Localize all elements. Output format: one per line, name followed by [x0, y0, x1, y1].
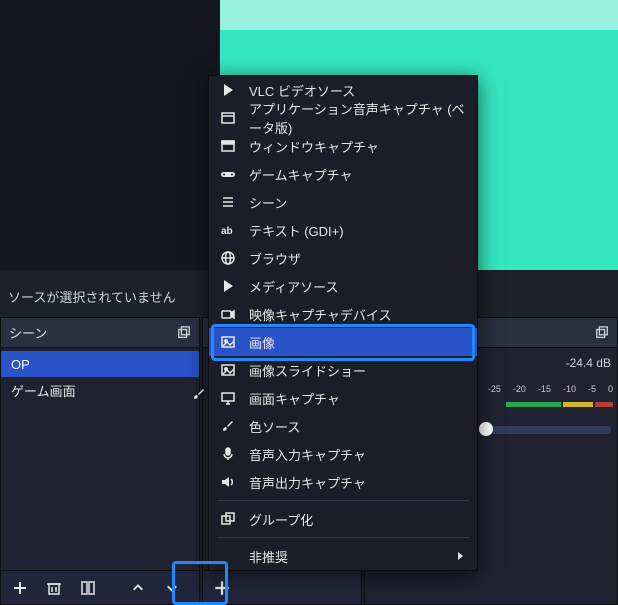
menu-item-display-cap[interactable]: 画面キャプチャ — [209, 384, 477, 412]
meter-seg-red — [595, 402, 613, 407]
add-scene-button[interactable] — [7, 575, 33, 601]
remove-scene-button[interactable] — [41, 575, 67, 601]
meter-seg-yellow — [563, 402, 593, 407]
menu-item-label: 音声入力キャプチャ — [249, 445, 366, 464]
menu-item-label: 非推奨 — [249, 547, 288, 566]
scene-filters-button[interactable] — [75, 575, 101, 601]
menu-item-game-cap[interactable]: ゲームキャプチャ — [209, 160, 477, 188]
volume-slider-knob[interactable] — [479, 422, 493, 436]
play-icon — [219, 277, 237, 295]
gamepad-icon — [219, 165, 237, 183]
group-icon — [219, 510, 237, 528]
window-icon — [219, 137, 237, 155]
menu-item-slideshow[interactable]: 画像スライドショー — [209, 356, 477, 384]
add-source-context-menu[interactable]: VLC ビデオソースアプリケーション音声キャプチャ (ベータ版)ウィンドウキャプ… — [208, 75, 478, 571]
add-source-button[interactable] — [209, 575, 235, 601]
text-ab-icon: ab — [219, 221, 237, 239]
submenu-caret-icon — [455, 551, 465, 561]
menu-item-label: 音声出力キャプチャ — [249, 473, 366, 492]
db-readout: -24.4 dB — [566, 356, 611, 370]
monitor-icon — [219, 389, 237, 407]
menu-item-deprecated[interactable]: 非推奨 — [209, 542, 477, 570]
scenes-toolbar — [1, 570, 199, 604]
menu-item-scene-src[interactable]: シーン — [209, 188, 477, 216]
menu-separator — [217, 500, 469, 501]
menu-item-label: ゲームキャプチャ — [249, 165, 352, 184]
menu-item-label: 画像スライドショー — [249, 361, 366, 380]
menu-item-label: シーン — [249, 193, 287, 212]
menu-separator — [217, 537, 469, 538]
menu-item-app-audio[interactable]: アプリケーション音声キャプチャ (ベータ版) — [209, 104, 477, 132]
menu-item-color-src[interactable]: 色ソース — [209, 412, 477, 440]
scale-tick: -5 — [588, 384, 596, 394]
menu-item-label: グループ化 — [249, 510, 313, 529]
scenes-header[interactable]: シーン — [1, 318, 199, 348]
menu-item-label: アプリケーション音声キャプチャ (ベータ版) — [249, 99, 465, 137]
image-icon — [219, 333, 237, 351]
menu-item-browser[interactable]: ブラウザ — [209, 244, 477, 272]
app-window-icon — [219, 109, 237, 127]
menu-item-label: 映像キャプチャデバイス — [249, 305, 391, 324]
dock-undock-icon[interactable] — [595, 326, 609, 340]
scene-item[interactable]: ゲーム画面 — [1, 377, 199, 403]
preview-color-source-top — [220, 0, 618, 30]
scale-tick: -25 — [488, 384, 501, 394]
mic-icon — [219, 445, 237, 463]
no-source-selected-label: ソースが選択されていません — [8, 287, 176, 306]
play-icon — [219, 81, 237, 99]
meter-seg-green — [506, 402, 561, 407]
scale-tick: -10 — [563, 384, 576, 394]
menu-item-image[interactable]: 画像 — [209, 328, 477, 356]
scale-tick: -15 — [538, 384, 551, 394]
scale-tick: 0 — [608, 384, 613, 394]
menu-item-label: テキスト (GDI+) — [249, 221, 344, 240]
globe-icon — [219, 249, 237, 267]
menu-item-label: メディアソース — [249, 277, 338, 296]
scenes-title: シーン — [9, 323, 47, 342]
scenes-list: OP ゲーム画面 — [1, 348, 199, 570]
speaker-icon — [219, 473, 237, 491]
image-icon — [219, 361, 237, 379]
menu-item-video-device[interactable]: 映像キャプチャデバイス — [209, 300, 477, 328]
camera-icon — [219, 305, 237, 323]
scene-item-label: OP — [11, 357, 30, 372]
scenes-panel: シーン OP ゲーム画面 — [0, 317, 200, 605]
menu-item-label: 画像 — [249, 333, 275, 352]
volume-slider[interactable] — [481, 426, 611, 434]
meter-scale — [506, 402, 613, 407]
menu-item-audio-out[interactable]: 音声出力キャプチャ — [209, 468, 477, 496]
preview-dark-slice — [0, 0, 220, 270]
menu-item-text-gdi[interactable]: ab テキスト (GDI+) — [209, 216, 477, 244]
menu-item-audio-in[interactable]: 音声入力キャプチャ — [209, 440, 477, 468]
sources-toolbar — [203, 570, 361, 604]
menu-item-label: ブラウザ — [249, 249, 301, 268]
menu-item-label: ウィンドウキャプチャ — [249, 137, 379, 156]
none-icon — [219, 547, 237, 565]
scale-tick: -20 — [513, 384, 526, 394]
move-scene-down-button[interactable] — [159, 575, 185, 601]
svg-text:ab: ab — [221, 226, 233, 237]
menu-item-group[interactable]: グループ化 — [209, 505, 477, 533]
brush-icon — [219, 417, 237, 435]
scene-item[interactable]: OP — [1, 351, 199, 377]
move-scene-up-button[interactable] — [125, 575, 151, 601]
menu-item-label: VLC ビデオソース — [249, 81, 355, 100]
list-icon — [219, 193, 237, 211]
menu-item-media[interactable]: メディアソース — [209, 272, 477, 300]
menu-item-label: 画面キャプチャ — [249, 389, 340, 408]
scene-item-label: ゲーム画面 — [11, 381, 76, 400]
brush-peek-icon — [190, 386, 208, 402]
dock-undock-icon[interactable] — [177, 326, 191, 340]
menu-item-label: 色ソース — [249, 417, 300, 436]
